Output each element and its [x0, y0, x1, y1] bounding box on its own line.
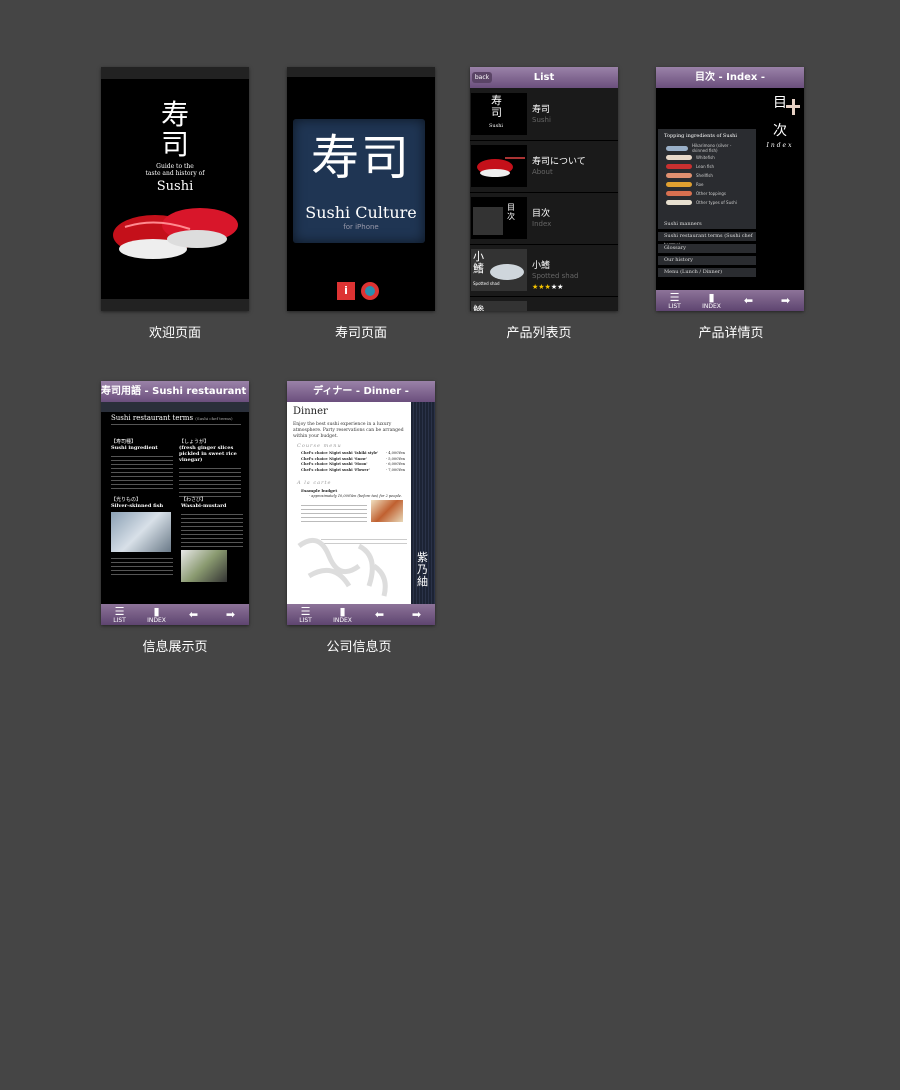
next-arrow-icon[interactable]: ➡	[216, 608, 246, 621]
list-item[interactable]: 小鰭 Spotted shad 小鰭 Spotted shad ★★★★★	[470, 245, 618, 297]
list-button[interactable]: ☰ LIST	[105, 605, 135, 624]
list-item[interactable]: 寿司 Sushi 寿司 Sushi	[470, 89, 618, 141]
status-bar	[287, 67, 435, 77]
welcome-page-thumbnail[interactable]: 寿 司 Guide to the taste and history of Sus…	[101, 67, 249, 311]
list-button[interactable]: ☰ LIST	[291, 605, 321, 624]
prev-arrow-icon[interactable]: ⬅	[365, 608, 395, 621]
sushi-title: Sushi	[156, 179, 194, 194]
fabric-strip: 紫乃紬	[411, 402, 435, 604]
kanji-title-1: 寿	[160, 98, 189, 131]
item-thumbnail: 鯵	[471, 301, 527, 311]
next-arrow-icon[interactable]: ➡	[771, 294, 801, 307]
list-button[interactable]: ☰ LIST	[660, 291, 690, 310]
prev-arrow-icon[interactable]: ⬅	[179, 608, 209, 621]
toppings-menu: Topping ingredients of Sushi Hikarimono …	[658, 129, 756, 221]
info-page-thumbnail[interactable]: 寿司用語 - Sushi restaurant ter... Sushi res…	[101, 381, 249, 625]
menu-item[interactable]: Menu (Lunch / Dinner)	[658, 268, 756, 277]
status-bar	[101, 67, 249, 79]
kanji-title-2: 司	[160, 128, 189, 161]
toolbar: ☰ LIST ▮ INDEX ⬅ ➡	[101, 604, 249, 625]
topping-item[interactable]: Shellfish	[666, 171, 748, 179]
caption-company: 公司信息页	[326, 640, 392, 655]
list-item[interactable]: 目次 目次 Index	[470, 193, 618, 245]
caption-sushi: 寿司页面	[334, 326, 387, 341]
nav-bar: ディナー - Dinner -	[287, 381, 435, 402]
fish-photo	[111, 512, 171, 552]
index-button[interactable]: ▮ INDEX	[142, 605, 172, 624]
menu-item[interactable]: Our history	[658, 256, 756, 265]
topping-item[interactable]: Other toppings	[666, 189, 748, 197]
app-name: Sushi Culture	[305, 203, 417, 222]
list-item[interactable]: 寿司について About	[470, 141, 618, 193]
nav-bar: 目次 - Index -	[656, 67, 804, 88]
wasabi-photo	[181, 550, 227, 582]
calligraphy-watermark	[297, 537, 388, 597]
topping-item[interactable]: Roe	[666, 180, 748, 188]
product-list-thumbnail[interactable]: List back 寿司 Sushi 寿司 Sushi 寿司について About…	[470, 67, 618, 311]
article-content: Sushi restaurant terms (Sushi chef terms…	[101, 402, 249, 604]
item-thumbnail: 寿司 Sushi	[471, 93, 527, 135]
sushi-page-thumbnail[interactable]: 寿司 Sushi Culture for iPhone i	[287, 67, 435, 311]
topping-item[interactable]: Lean fish	[666, 162, 748, 170]
topping-item[interactable]: Hikarimono (silver - skinned fish)	[666, 143, 748, 153]
index-side-title: 目 次 Index	[766, 95, 794, 149]
menu-item[interactable]: Sushi restaurant terms (Sushi chef terms…	[658, 232, 756, 248]
nav-bar: List back	[470, 67, 618, 88]
index-button[interactable]: ▮ INDEX	[328, 605, 358, 624]
caption-list: 产品列表页	[506, 326, 572, 341]
next-arrow-icon[interactable]: ➡	[402, 608, 432, 621]
toolbar: ☰ LIST ▮ INDEX ⬅ ➡	[656, 290, 804, 311]
nav-bar: 寿司用語 - Sushi restaurant ter...	[101, 381, 249, 402]
dish-photo	[371, 500, 403, 522]
sushi-kanji-logo: 寿司	[310, 130, 411, 186]
topping-item[interactable]: Other types of Sushi	[666, 198, 748, 206]
item-thumbnail: 目次	[471, 197, 527, 239]
tuna-sushi-image	[113, 208, 238, 259]
prev-arrow-icon[interactable]: ⬅	[734, 294, 764, 307]
product-detail-thumbnail[interactable]: 目次 - Index - 目 次 Index Topping ingredien…	[656, 67, 804, 311]
menu-item[interactable]: Glossary	[658, 244, 756, 253]
item-thumbnail	[471, 145, 527, 187]
subtitle: Guide to the taste and history of	[145, 163, 205, 177]
list-item[interactable]: 鯵	[470, 297, 618, 311]
menu-sheet: Dinner Enjoy the best sushi experience i…	[287, 402, 411, 604]
platform-label: for iPhone	[343, 223, 379, 231]
caption-info: 信息展示页	[142, 640, 208, 655]
info-icon[interactable]: i	[337, 282, 355, 300]
caption-welcome: 欢迎页面	[148, 326, 201, 341]
company-info-thumbnail[interactable]: ディナー - Dinner - Dinner Enjoy the best su…	[287, 381, 435, 625]
nav-title: List	[533, 72, 555, 83]
rating-stars: ★★★★★	[532, 283, 564, 291]
topping-item[interactable]: Whitefish	[666, 153, 748, 161]
bottom-bar	[101, 299, 249, 311]
back-button[interactable]: back	[472, 72, 492, 83]
item-thumbnail: 小鰭 Spotted shad	[471, 249, 527, 291]
index-button[interactable]: ▮ INDEX	[697, 291, 727, 310]
toolbar: ☰ LIST ▮ INDEX ⬅ ➡	[287, 604, 435, 625]
caption-detail: 产品详情页	[698, 326, 764, 341]
menu-item[interactable]: Sushi manners	[658, 220, 756, 229]
start-icon[interactable]	[361, 282, 379, 300]
